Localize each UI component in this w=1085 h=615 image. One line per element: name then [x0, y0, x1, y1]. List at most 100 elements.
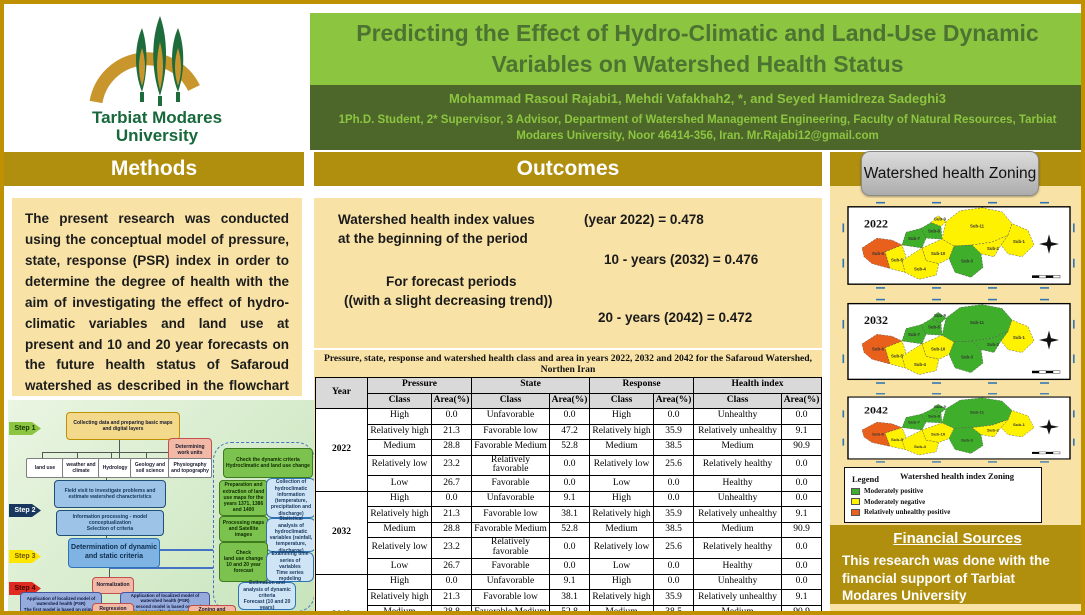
map-region-label: Sub-1 [1013, 239, 1026, 244]
table-cell: Low [368, 476, 432, 492]
table-cell: Favorable Medium [472, 605, 550, 615]
map-region-label: Sub-3 [961, 354, 974, 359]
flowchart-box-zoningbox: Zoning and classification [188, 605, 236, 615]
map-region-label: Sub-3 [961, 259, 974, 264]
table-cell: Medium [368, 605, 432, 615]
table-cell: Unhealthy [694, 574, 782, 590]
table-cell: Medium [590, 440, 654, 456]
methods-text: The present research was conducted using… [12, 198, 302, 396]
flowchart-box-collect: Collecting data and preparing basic maps… [66, 412, 180, 440]
table-cell: 38.1 [550, 507, 590, 523]
map-year-label: 2032 [864, 314, 888, 327]
table-cell: Relatively high [368, 507, 432, 523]
table-cell: Medium [368, 440, 432, 456]
map-region-label: Sub-8 [928, 325, 941, 330]
zoning-map-2042: 2042 Sub-11Sub-1Sub-2Sub-3Sub-10Sub-4Sub… [842, 390, 1076, 466]
zoning-section-title: Watershed health Zoning [861, 151, 1039, 196]
legend-swatch-icon [851, 498, 860, 505]
table-row: Relatively high21.3Favorable low47.2Rela… [316, 424, 822, 440]
table-cell: Unhealthy [694, 491, 782, 507]
map-region-label: Sub-8 [928, 228, 941, 233]
legend-item-label: Moderately negative [864, 498, 925, 506]
table-cell: 0.0 [654, 559, 694, 575]
table-cell: 28.8 [432, 605, 472, 615]
table-cell: 90.9 [782, 605, 822, 615]
table-cell: 35.9 [654, 590, 694, 606]
map-region-label: Sub-4 [914, 445, 927, 448]
university-logo-area: Tarbiat Modares University [4, 4, 310, 150]
map-region-label: Sub-7 [908, 236, 921, 241]
flowchart-box-weather: weather and climate [62, 458, 100, 478]
map-region-label: Sub-9 [934, 217, 947, 222]
table-cell: 0.0 [654, 476, 694, 492]
table-cell: Relatively high [590, 507, 654, 523]
table-cell: Unfavorable [472, 574, 550, 590]
table-cell: 0.0 [550, 538, 590, 559]
table-cell: Relatively favorable [472, 455, 550, 476]
legend-item: Moderately negative [851, 498, 1035, 506]
table-cell: 9.1 [782, 424, 822, 440]
map-region-label: Sub-5 [891, 438, 904, 441]
table-cell: 35.9 [654, 507, 694, 523]
table-cell: Relatively unhealthy [694, 424, 782, 440]
poster-title: Predicting the Effect of Hydro-Climatic … [310, 18, 1085, 80]
table-cell: 38.5 [654, 605, 694, 615]
table-area: Pressure, state, response and watershed … [314, 350, 822, 615]
affiliation-line: 1Ph.D. Student, 2* Supervisor, 3 Advisor… [324, 113, 1071, 144]
authors-line: Mohammad Rasoul Rajabi1, Mehdi Vafakhah2… [324, 91, 1071, 106]
table-cell: High [368, 491, 432, 507]
table-cell: 47.2 [550, 424, 590, 440]
flowchart-box-psr2: Application of localized model of waters… [120, 592, 210, 615]
flowchart-box-geology: Geology and soil science [130, 458, 170, 478]
table-cell: Favorable low [472, 424, 550, 440]
flowchart-connector [42, 452, 188, 453]
flowchart-box-fieldvisit: Field visit to investigate problems and … [54, 480, 166, 508]
map-region-label: Sub-7 [908, 332, 921, 337]
financial-sources-title: Financial Sources [842, 530, 1073, 547]
table-cell: 0.0 [782, 491, 822, 507]
map-year-label: 2022 [864, 216, 888, 230]
flowchart-box-prep: Preparation and extraction of land use m… [219, 480, 268, 516]
zoning-map-2022: 2022 Sub-11Sub-1Sub-2Sub-3Sub-10Sub-4Sub… [842, 198, 1076, 293]
table-cell: Relatively low [590, 538, 654, 559]
table-cell: Relatively favorable [472, 538, 550, 559]
outcomes-intro-line2: at the beginning of the period [338, 231, 528, 246]
flowchart-box-timeseries: Examining time series of variables Time … [266, 552, 314, 582]
table-cell: 0.0 [550, 409, 590, 425]
subcol-class: Class [472, 393, 550, 409]
tarbiat-modares-logo-icon [82, 10, 232, 110]
subcol-class: Class [694, 393, 782, 409]
outcomes-header-label: Outcomes [517, 157, 620, 181]
legend-item: Relatively unhealthy positive [851, 508, 1035, 516]
subcol-area: Area(%) [550, 393, 590, 409]
table-cell: Unfavorable [472, 409, 550, 425]
table-cell: Medium [694, 440, 782, 456]
map-region-label: Sub-3 [961, 439, 973, 442]
table-cell: Relatively high [368, 424, 432, 440]
zoning-map-svg: 2032 Sub-11Sub-1Sub-2Sub-3Sub-10Sub-4Sub… [842, 295, 1076, 388]
table-cell: High [590, 574, 654, 590]
table-cell: Relatively healthy [694, 455, 782, 476]
psr-table: Year Pressure State Response Health inde… [315, 377, 822, 615]
table-row: 2022High0.0Unfavorable0.0High0.0Unhealth… [316, 409, 822, 425]
zoning-map-2032: 2032 Sub-11Sub-1Sub-2Sub-3Sub-10Sub-4Sub… [842, 295, 1076, 388]
outcomes-value-2042: 20 - years (2042) = 0.472 [598, 310, 752, 325]
table-cell: 9.1 [550, 491, 590, 507]
methods-header-label: Methods [111, 157, 197, 181]
table-cell: Relatively high [590, 424, 654, 440]
table-row: Relatively low23.2Relatively favorable0.… [316, 538, 822, 559]
table-cell: 0.0 [432, 574, 472, 590]
financial-sources-text: This research was done with the financia… [842, 552, 1073, 605]
map-region-label: Sub-1 [1013, 335, 1026, 340]
col-group-health: Health index [694, 378, 822, 394]
legend-item: Moderately positive [851, 487, 1035, 495]
flowchart-step2-arrow: Step 2 [9, 504, 41, 517]
table-cell: Low [368, 559, 432, 575]
methods-header: Methods [4, 152, 304, 186]
table-cell: 38.5 [654, 440, 694, 456]
table-cell: 0.0 [432, 409, 472, 425]
table-cell: 0.0 [654, 491, 694, 507]
table-cell: 52.8 [550, 440, 590, 456]
flowchart-connector [154, 549, 213, 551]
flowchart-box-estimation: Estimation and analysis of dynamic crite… [238, 582, 296, 610]
